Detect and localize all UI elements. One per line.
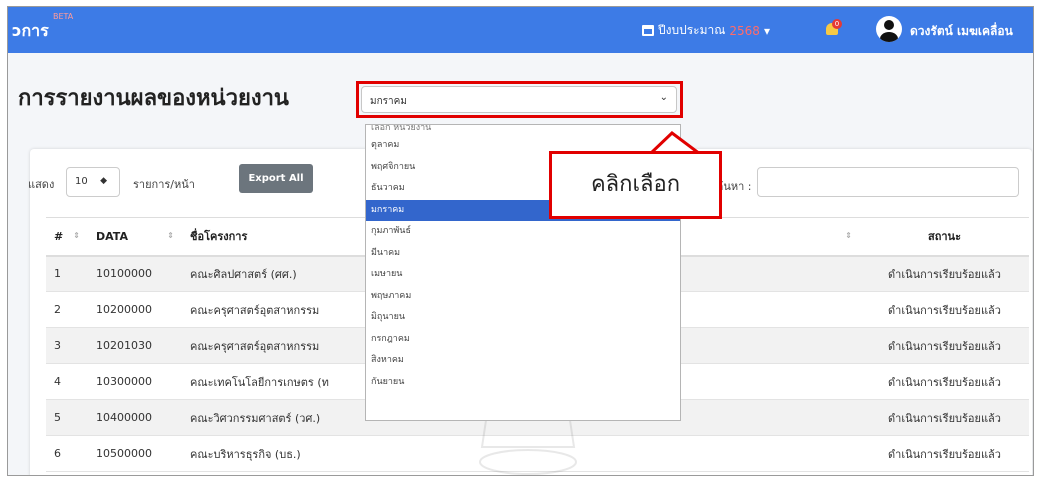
page-length-value: 10 [75,176,88,187]
sort-icon: ⇕ [167,231,174,240]
spinner-icon: ◆ [100,176,107,186]
user-name-menu[interactable]: ดวงรัตน์ เมฆเคลื่อน [910,22,1013,41]
notification-bell-icon[interactable]: 0 [824,19,842,37]
column-header-number[interactable]: # ⇕ [46,217,88,257]
export-all-button[interactable]: Export All [239,164,313,193]
caret-down-icon: ▾ [763,23,770,38]
row-data-code: 10200000 [88,291,182,328]
row-number: 5 [46,399,88,436]
row-status: ดำเนินการเรียบร้อยแล้ว [860,363,1029,400]
per-page-label: รายการ/หน้า [133,178,195,191]
row-data-code: 10201030 [88,327,182,364]
column-header-label: DATA [96,229,128,243]
sort-icon: ⇕ [73,231,80,240]
search-input[interactable] [757,167,1019,197]
page-length-select[interactable]: 10 ◆ [66,167,120,197]
sort-icon: ⇕ [845,231,852,240]
column-header-label: สถานะ [928,230,961,244]
dropdown-option[interactable]: สิงหาคม [366,350,680,372]
fiscal-year-value: 2568 [729,23,760,38]
row-number: 1 [46,255,88,292]
row-data-code: 10300000 [88,363,182,400]
page-title: การรายงานผลของหน่วยงาน [18,86,289,111]
row-status: ดำเนินการเรียบร้อยแล้ว [860,255,1029,292]
row-status: ดำเนินการเรียบร้อยแล้ว [860,327,1029,364]
dropdown-option[interactable]: เลือก หน่วยงาน [366,125,680,135]
dropdown-option[interactable]: กันยายน [366,372,680,394]
column-header-label: ชื่อโครงการ [190,230,248,244]
fiscal-year-dropdown[interactable]: ปีงบประมาณ 2568 ▾ [642,21,770,40]
row-number: 4 [46,363,88,400]
dropdown-option[interactable]: มีนาคม [366,243,680,265]
show-label: แสดง [28,178,55,191]
row-status: ดำเนินการเรียบร้อยแล้ว [860,435,1029,472]
row-data-code: 10400000 [88,399,182,436]
column-header-data[interactable]: DATA ⇕ [88,217,182,257]
dropdown-option[interactable]: กรกฎาคม [366,329,680,351]
row-status: ดำเนินการเรียบร้อยแล้ว [860,399,1029,436]
column-header-label: # [54,229,64,243]
app-window: ɔการ BETA ปีงบประมาณ 2568 ▾ 0 ดวงรัตน์ เ… [7,6,1034,476]
fiscal-year-label: ปีงบประมาณ [658,23,726,37]
dropdown-option[interactable]: กุมภาพันธ์ [366,221,680,243]
row-number: 2 [46,291,88,328]
row-number: 6 [46,435,88,472]
highlight-frame [356,81,683,118]
row-status: ดำเนินการเรียบร้อยแล้ว [860,291,1029,328]
beta-badge: BETA [53,12,74,21]
dropdown-option[interactable]: มิถุนายน [366,307,680,329]
dropdown-option[interactable]: เมษายน [366,264,680,286]
user-avatar[interactable] [876,16,902,42]
top-navbar: ɔการ BETA ปีงบประมาณ 2568 ▾ 0 ดวงรัตน์ เ… [8,7,1033,53]
dropdown-option[interactable]: พฤษภาคม [366,286,680,308]
column-header-status[interactable]: สถานะ [860,217,1029,257]
notification-badge: 0 [832,19,842,29]
row-data-code: 10500000 [88,435,182,472]
calendar-icon [642,25,654,36]
app-brand[interactable]: ɔการ [12,19,49,44]
row-number: 3 [46,327,88,364]
callout-box: คลิกเลือก [549,151,722,219]
row-data-code: 10100000 [88,255,182,292]
